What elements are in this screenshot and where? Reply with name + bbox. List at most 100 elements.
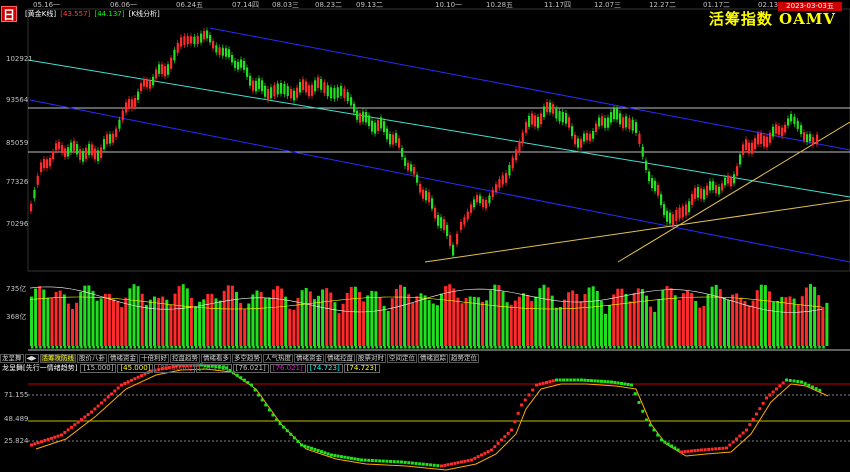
volume-bar [403, 286, 407, 346]
indicator-tab[interactable]: 情绪资金 [294, 354, 324, 363]
candle [362, 111, 365, 122]
candle [549, 102, 552, 113]
candle [377, 120, 380, 132]
candle [404, 157, 407, 166]
candle [286, 86, 289, 96]
indicator-dot [239, 376, 243, 380]
indicator-dot [603, 380, 607, 384]
mode-label[interactable]: [K线分析] [129, 10, 160, 18]
candle [333, 88, 336, 99]
volume-marker [108, 346, 112, 349]
indicator-dot [535, 383, 538, 387]
indicator-tab[interactable]: 活筹攻防线 [39, 354, 76, 363]
volume-marker [703, 346, 706, 349]
volume-marker [244, 346, 247, 349]
candle [694, 188, 697, 199]
volume-bar [558, 306, 562, 346]
indicator-dot [50, 436, 53, 440]
candle [215, 45, 218, 53]
volume-marker [174, 346, 177, 349]
volume-marker [486, 346, 489, 349]
volume-marker [129, 346, 132, 349]
indicator-dot [583, 378, 587, 382]
indicator-dot [96, 404, 100, 408]
indicator-dot [781, 381, 785, 385]
volume-bar [349, 286, 353, 346]
indicator-dot [558, 378, 562, 382]
candle [568, 117, 571, 128]
volume-marker [818, 346, 821, 349]
volume-marker [346, 346, 350, 349]
indicator-tab[interactable]: 情绪资金 [108, 354, 138, 363]
volume-bar [657, 299, 661, 346]
volume-marker [736, 346, 739, 349]
candle [143, 79, 146, 87]
candle [508, 165, 511, 176]
volume-bar [792, 298, 796, 346]
volume-marker [63, 346, 67, 349]
indicator-tab[interactable]: 趋势定位 [449, 354, 479, 363]
volume-marker [572, 346, 575, 349]
candle [736, 166, 739, 176]
candle [727, 175, 730, 184]
volume-marker [104, 346, 108, 349]
volume-marker [117, 346, 120, 349]
indicator-dot [538, 382, 542, 386]
volume-bar [485, 300, 489, 346]
volume-marker [822, 346, 825, 349]
volume-bar [386, 310, 390, 346]
volume-bar [456, 297, 460, 346]
indicator-tab[interactable]: 人气热度 [263, 354, 293, 363]
indicator-tab[interactable]: 股票对时 [356, 354, 386, 363]
candle [769, 132, 772, 143]
candle [305, 81, 308, 93]
candle [308, 85, 311, 97]
indicator-dot [346, 456, 350, 460]
indicator-dot [246, 381, 250, 385]
candle [131, 99, 134, 109]
volume-marker [420, 346, 423, 349]
volume-bar [669, 288, 673, 346]
volume-bar [148, 299, 152, 346]
candle [561, 111, 564, 123]
candle [290, 88, 293, 99]
volume-bar [768, 291, 771, 346]
candle [343, 88, 346, 99]
candle [473, 199, 476, 208]
volume-bar [91, 290, 95, 346]
indicator-axis: 71.155 48.489 25.824 [0, 0, 30, 472]
candle [666, 210, 669, 222]
indicator-tab[interactable]: 情绪控盘 [325, 354, 355, 363]
indicator-dot [392, 460, 396, 464]
candle [751, 142, 754, 154]
indicator-dot [623, 382, 627, 386]
indicator-tab[interactable]: 空间定位 [387, 354, 417, 363]
volume-marker [186, 346, 190, 349]
volume-marker [133, 346, 136, 349]
indicator-tab[interactable]: 十倍利好 [139, 354, 169, 363]
indicator-dot [541, 381, 545, 385]
candle [422, 189, 425, 199]
indicator-tab[interactable]: 股价八卦 [77, 354, 107, 363]
volume-marker [84, 346, 87, 349]
indicator-dot [326, 452, 330, 456]
candle [209, 35, 212, 43]
indicator-tab[interactable]: 多空趋势 [232, 354, 262, 363]
indicator-dot [680, 450, 683, 454]
candle [730, 177, 733, 187]
indicator-tab[interactable]: 控盘趋势 [170, 354, 200, 363]
volume-marker [88, 346, 91, 349]
volume-bar [571, 290, 575, 346]
volume-marker [305, 346, 309, 349]
indicator-dot [443, 463, 447, 467]
candle [635, 122, 638, 133]
chart-canvas[interactable] [0, 0, 850, 472]
date-tick: 10.28五 [486, 1, 514, 9]
volume-marker [691, 346, 694, 349]
candle [389, 133, 392, 145]
channel-mid-line [27, 59, 850, 198]
indicator-tab[interactable]: 情绪看多 [201, 354, 231, 363]
candle [816, 134, 819, 145]
indicator-tab[interactable]: 情绪追踪 [418, 354, 448, 363]
indicator-dot [73, 423, 77, 427]
